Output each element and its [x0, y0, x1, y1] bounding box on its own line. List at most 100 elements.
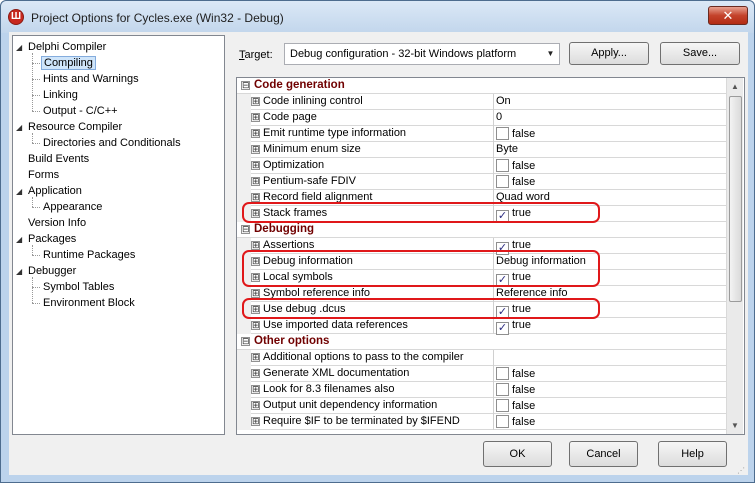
column-separator[interactable]	[493, 382, 494, 398]
expand-icon[interactable]: ⊞	[251, 129, 260, 138]
tree-item[interactable]: Hints and Warnings	[41, 71, 141, 87]
property-value[interactable]: false	[496, 399, 535, 412]
expand-icon[interactable]: ⊞	[251, 241, 260, 250]
ok-button[interactable]: OK	[483, 441, 552, 467]
tree-expander-icon[interactable]: ◢	[16, 232, 26, 248]
scrollbar-thumb[interactable]	[729, 96, 742, 302]
tree-item[interactable]: ◢ Application	[16, 183, 84, 199]
tree-item[interactable]: Directories and Conditionals	[41, 135, 183, 151]
vertical-scrollbar[interactable]: ▲ ▼	[726, 78, 743, 434]
expand-icon[interactable]: ⊞	[251, 113, 260, 122]
property-value[interactable]: 0	[496, 111, 502, 123]
expand-icon[interactable]: ⊞	[251, 417, 260, 426]
column-separator[interactable]	[493, 126, 494, 142]
title-bar[interactable]: Ш Project Options for Cycles.exe (Win32 …	[1, 1, 754, 33]
chevron-down-icon[interactable]: ▼	[542, 44, 559, 64]
tree-item[interactable]: Appearance	[41, 199, 104, 215]
tree-item[interactable]: Environment Block	[41, 295, 137, 311]
expand-icon[interactable]: ⊞	[251, 369, 260, 378]
tree-expander-icon[interactable]: ◢	[16, 40, 26, 56]
column-separator[interactable]	[493, 142, 494, 158]
expand-icon[interactable]: ⊞	[251, 193, 260, 202]
close-button[interactable]: ✕	[708, 6, 748, 25]
grid-property-row[interactable]: ⊞ Pentium-safe FDIV false	[237, 174, 727, 190]
collapse-icon[interactable]: ⊟	[241, 81, 250, 90]
collapse-icon[interactable]: ⊟	[241, 225, 250, 234]
tree-item[interactable]: Compiling	[41, 55, 96, 71]
grid-property-row[interactable]: ⊞ Code inlining control On	[237, 94, 727, 110]
grid-property-row[interactable]: ⊞ Additional options to pass to the compi…	[237, 350, 727, 366]
grid-property-row[interactable]: ⊞ Minimum enum size Byte	[237, 142, 727, 158]
grid-category-row[interactable]: ⊟ Code generation	[237, 78, 727, 94]
tree-item[interactable]: ◢ Delphi Compiler	[16, 39, 108, 55]
expand-icon[interactable]: ⊞	[251, 97, 260, 106]
grid-property-row[interactable]: ⊞ Optimization false	[237, 158, 727, 174]
property-value[interactable]: false	[496, 175, 535, 188]
grid-property-row[interactable]: ⊞ Code page 0	[237, 110, 727, 126]
grid-property-row[interactable]: ⊞ Require $IF to be terminated by $IFEND f…	[237, 414, 727, 430]
unchecked-checkbox-icon[interactable]	[496, 159, 509, 172]
unchecked-checkbox-icon[interactable]	[496, 127, 509, 140]
expand-icon[interactable]: ⊞	[251, 401, 260, 410]
property-value[interactable]: false	[496, 367, 535, 380]
column-separator[interactable]	[493, 350, 494, 366]
tree-item[interactable]: Linking	[41, 87, 80, 103]
unchecked-checkbox-icon[interactable]	[496, 175, 509, 188]
tree-item[interactable]: Symbol Tables	[41, 279, 116, 295]
scroll-up-icon[interactable]: ▲	[727, 78, 743, 95]
expand-icon[interactable]: ⊞	[251, 321, 260, 330]
property-value[interactable]: On	[496, 95, 511, 107]
scroll-down-icon[interactable]: ▼	[727, 417, 743, 434]
target-combobox[interactable]: Debug configuration - 32-bit Windows pla…	[284, 43, 560, 65]
property-value[interactable]: false	[496, 415, 535, 428]
tree-expander-icon[interactable]: ◢	[16, 184, 26, 200]
column-separator[interactable]	[493, 158, 494, 174]
tree-item[interactable]: Forms	[16, 167, 61, 183]
property-value[interactable]: false	[496, 127, 535, 140]
expand-icon[interactable]: ⊞	[251, 145, 260, 154]
property-value[interactable]: false	[496, 159, 535, 172]
grid-category-row[interactable]: ⊟ Debugging	[237, 222, 727, 238]
expand-icon[interactable]: ⊞	[251, 177, 260, 186]
tree-item[interactable]: Output - C/C++	[41, 103, 120, 119]
unchecked-checkbox-icon[interactable]	[496, 383, 509, 396]
collapse-icon[interactable]: ⊟	[241, 337, 250, 346]
grid-property-row[interactable]: ⊞ Emit runtime type information false	[237, 126, 727, 142]
unchecked-checkbox-icon[interactable]	[496, 399, 509, 412]
property-value[interactable]: ✓ true	[496, 319, 531, 335]
cancel-button[interactable]: Cancel	[569, 441, 638, 467]
tree-item[interactable]: Build Events	[16, 151, 91, 167]
expand-icon[interactable]: ⊞	[251, 161, 260, 170]
tree-item[interactable]: ◢ Packages	[16, 231, 78, 247]
grid-property-row[interactable]: ⊞ Look for 8.3 filenames also false	[237, 382, 727, 398]
resize-grip-icon[interactable]: ⋰	[737, 466, 747, 475]
options-tree[interactable]: ◢ Delphi Compiler Compiling Hints and Warni…	[12, 35, 225, 435]
grid-property-row[interactable]: ⊞ Use imported data references ✓ true	[237, 318, 727, 335]
grid-property-row[interactable]: ⊞ Generate XML documentation false	[237, 366, 727, 382]
tree-item[interactable]: ◢ Debugger	[16, 263, 78, 279]
tree-expander-icon[interactable]: ◢	[16, 264, 26, 280]
apply-button[interactable]: Apply...	[569, 42, 649, 65]
column-separator[interactable]	[493, 398, 494, 414]
unchecked-checkbox-icon[interactable]	[496, 415, 509, 428]
help-button[interactable]: Help	[658, 441, 727, 467]
column-separator[interactable]	[493, 414, 494, 430]
property-value[interactable]: false	[496, 383, 535, 396]
property-value[interactable]: Byte	[496, 143, 518, 155]
tree-expander-icon[interactable]: ◢	[16, 120, 26, 136]
column-separator[interactable]	[493, 94, 494, 110]
column-separator[interactable]	[493, 318, 494, 334]
grid-property-row[interactable]: ⊞ Output unit dependency information false	[237, 398, 727, 414]
expand-icon[interactable]: ⊞	[251, 353, 260, 362]
save-button[interactable]: Save...	[660, 42, 740, 65]
expand-icon[interactable]: ⊞	[251, 289, 260, 298]
expand-icon[interactable]: ⊞	[251, 385, 260, 394]
property-value-text: true	[512, 319, 531, 331]
tree-item[interactable]: Version Info	[16, 215, 88, 231]
unchecked-checkbox-icon[interactable]	[496, 367, 509, 380]
column-separator[interactable]	[493, 110, 494, 126]
column-separator[interactable]	[493, 366, 494, 382]
column-separator[interactable]	[493, 174, 494, 190]
tree-item[interactable]: Runtime Packages	[41, 247, 137, 263]
grid-category-row[interactable]: ⊟ Other options	[237, 334, 727, 350]
